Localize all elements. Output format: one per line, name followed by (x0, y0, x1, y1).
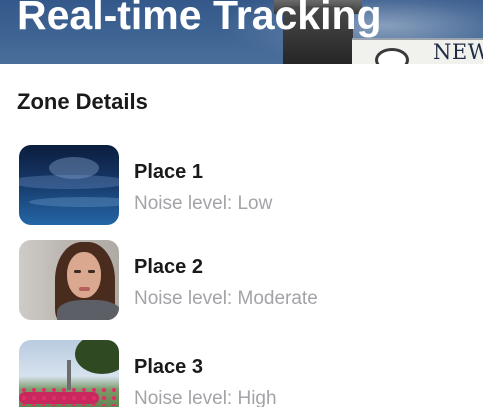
zone-name: Place 1 (134, 161, 203, 183)
zone-name: Place 2 (134, 256, 203, 278)
flower-garden-image (19, 340, 119, 407)
zone-noise-level: Noise level: Moderate (134, 288, 318, 309)
page-title: Real-time Tracking (17, 0, 382, 38)
ocean-waves-image (19, 145, 119, 225)
woman-portrait-image (19, 240, 119, 320)
zone-name: Place 3 (134, 356, 203, 378)
zone-noise-level: Noise level: Low (134, 193, 273, 214)
zone-item-place-3[interactable]: Place 3 Noise level: High (19, 340, 469, 407)
section-title: Zone Details (17, 89, 148, 114)
zone-details-screen: NEW Real-time Tracking Zone Details Plac… (0, 0, 483, 407)
zone-item-place-1[interactable]: Place 1 Noise level: Low (19, 145, 469, 227)
zone-item-place-2[interactable]: Place 2 Noise level: Moderate (19, 240, 469, 322)
hero-sign-text: NEW (433, 40, 483, 64)
hero-banner: NEW Real-time Tracking (0, 0, 483, 64)
zone-noise-level: Noise level: High (134, 388, 277, 407)
